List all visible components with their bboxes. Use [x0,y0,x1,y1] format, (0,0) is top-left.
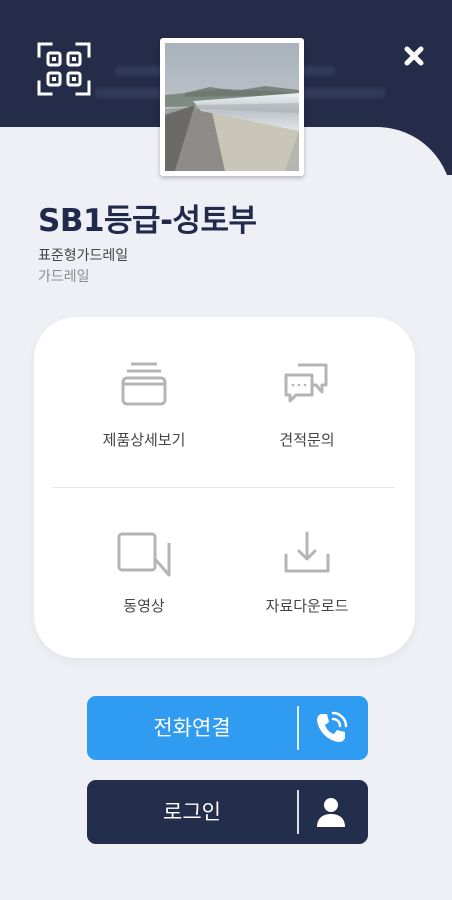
qr-code-icon [37,42,91,96]
menu-item-video[interactable]: 동영상 [64,529,224,649]
button-separator [297,790,299,834]
menu-item-product-detail[interactable]: 제품상세보기 [64,361,224,481]
close-icon [404,46,424,66]
product-title: SB1등급-성토부 [38,203,257,239]
chat-bubbles-icon [284,363,328,403]
login-button-label: 로그인 [163,800,221,824]
menu-item-label: 자료다운로드 [265,597,349,615]
menu-item-label: 제품상세보기 [102,431,186,449]
menu-item-label: 동영상 [123,597,165,615]
call-button[interactable]: 전화연결 [87,696,368,760]
menu-item-download[interactable]: 자료다운로드 [227,529,387,649]
user-icon [317,798,345,827]
qr-code-button[interactable] [37,42,91,96]
phone-icon [317,711,348,742]
product-category: 가드레일 [38,269,90,285]
menu-divider [52,487,395,488]
download-tray-icon [284,531,330,573]
video-camera-icon [117,532,171,577]
menu-card: 제품상세보기 견적문의 동영상 자료다운로드 [34,317,415,658]
folder-stack-icon [121,362,167,406]
button-separator [297,706,299,750]
menu-item-quote-inquiry[interactable]: 견적문의 [227,361,387,481]
call-button-label: 전화연결 [153,716,231,740]
product-subtitle: 표준형가드레일 [38,248,129,264]
login-button[interactable]: 로그인 [87,780,368,844]
menu-item-label: 견적문의 [279,431,335,449]
product-image [160,38,304,176]
guardrail-photo [165,43,299,171]
close-button[interactable] [398,40,430,72]
